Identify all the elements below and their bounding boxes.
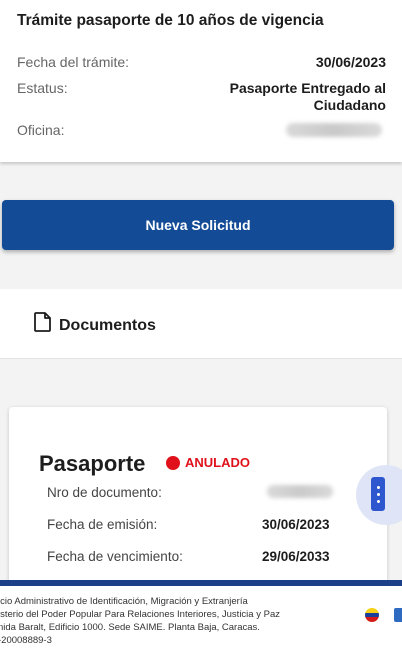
tramite-card: Trámite pasaporte de 10 años de vigencia… xyxy=(0,0,402,162)
pasaporte-card: Pasaporte ANULADO Nro de documento: Fech… xyxy=(9,407,387,607)
tramite-title: Trámite pasaporte de 10 años de vigencia xyxy=(17,12,324,29)
fecha-value: 30/06/2023 xyxy=(315,54,386,70)
documentos-section[interactable]: Documentos xyxy=(0,289,402,359)
documentos-label: Documentos xyxy=(59,317,156,334)
footer-line-4: -20008889-3 xyxy=(0,635,52,646)
footer: icio Administrativo de Identificación, M… xyxy=(0,580,402,651)
footer-line-2: isterio del Poder Popular Para Relacione… xyxy=(0,609,280,620)
nro-documento-blurred xyxy=(267,485,333,498)
footer-line-1: icio Administrativo de Identificación, M… xyxy=(0,596,248,607)
estatus-value-line2: Ciudadano xyxy=(313,97,386,113)
status-badge: ANULADO xyxy=(185,455,250,470)
institution-logo-icon xyxy=(394,608,402,622)
oficina-value-blurred xyxy=(286,123,382,137)
emision-value: 30/06/2023 xyxy=(262,517,330,532)
vencimiento-value: 29/06/2033 xyxy=(262,549,330,564)
oficina-label: Oficina: xyxy=(17,122,65,138)
fecha-label: Fecha del trámite: xyxy=(17,54,130,70)
nro-documento-label: Nro de documento: xyxy=(47,485,162,500)
document-icon xyxy=(34,312,51,332)
status-dot-icon xyxy=(166,456,180,470)
emision-label: Fecha de emisión: xyxy=(47,517,158,532)
nueva-solicitud-button[interactable]: Nueva Solicitud xyxy=(2,200,394,250)
footer-line-3: nida Baralt, Edificio 1000. Sede SAIME. … xyxy=(0,622,260,633)
estatus-label: Estatus: xyxy=(17,80,68,96)
pasaporte-title: Pasaporte xyxy=(39,451,146,476)
estatus-value-line1: Pasaporte Entregado al xyxy=(229,80,386,96)
venezuela-flag-icon xyxy=(365,608,379,622)
vencimiento-label: Fecha de vencimiento: xyxy=(47,549,183,564)
more-vertical-icon[interactable] xyxy=(371,477,385,511)
